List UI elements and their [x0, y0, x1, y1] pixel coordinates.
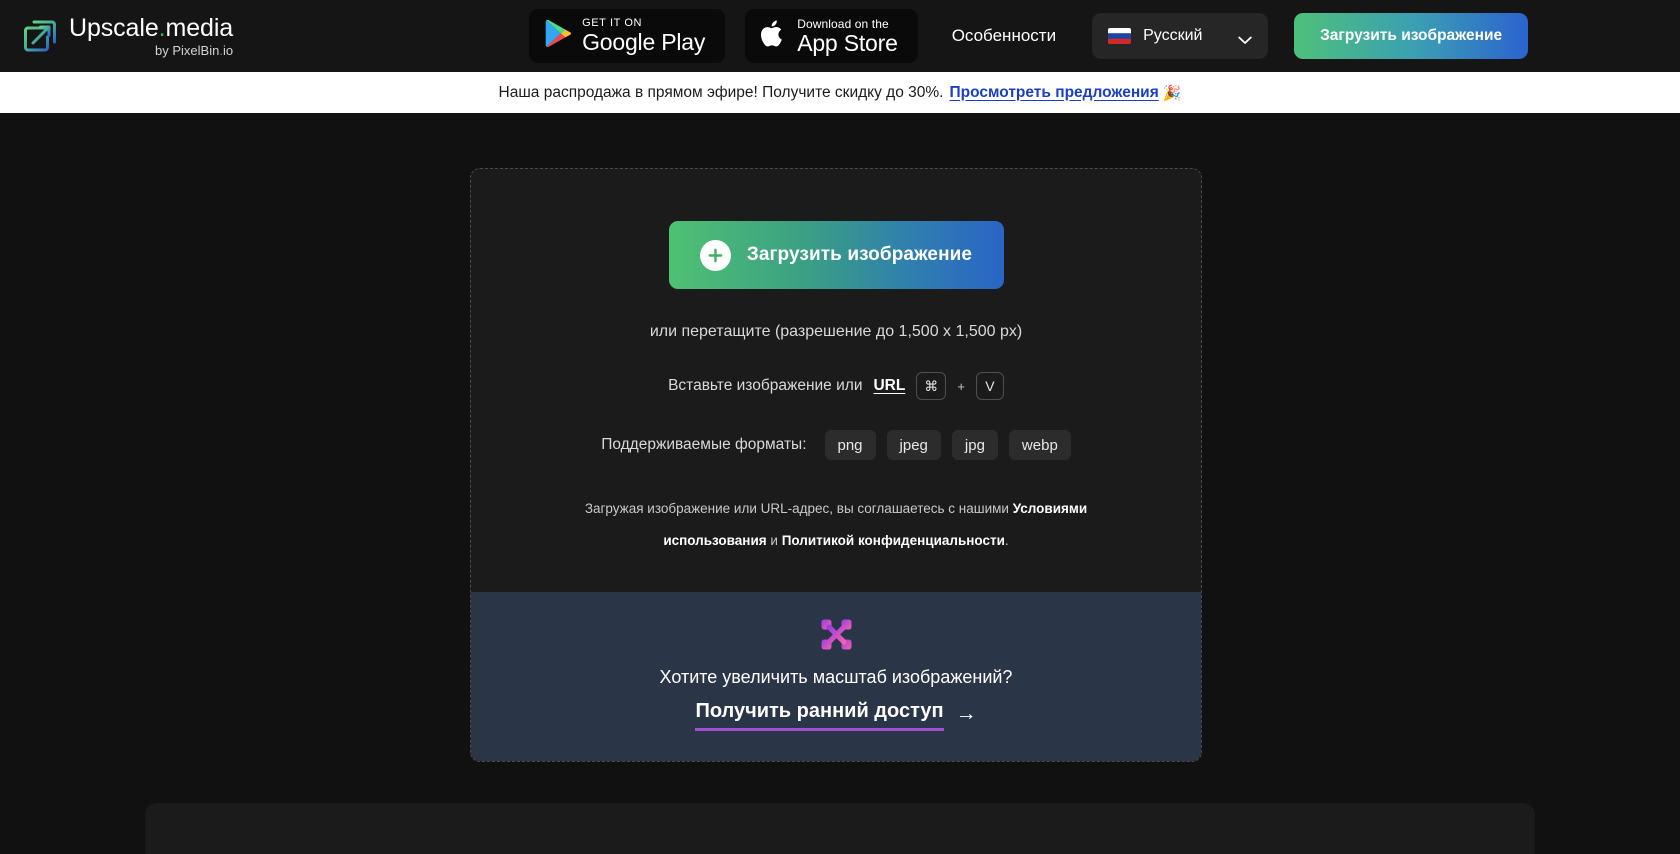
paste-url-link[interactable]: URL [873, 377, 905, 395]
early-access-label: Получить ранний доступ [695, 700, 944, 732]
paste-label: Вставьте изображение или [668, 377, 863, 394]
supported-formats-label: Поддерживаемые форматы: [601, 436, 807, 453]
brand-logo[interactable]: Upscale.media by PixelBin.io [22, 13, 234, 58]
brand-title: Upscale.media [69, 13, 234, 42]
brand-text: Upscale.media by PixelBin.io [69, 13, 234, 58]
upload-card: Загрузить изображение или перетащите (ра… [470, 168, 1202, 763]
header-upload-button[interactable]: Загрузить изображение [1294, 13, 1529, 59]
sale-announcement-banner: Наша распродажа в прямом эфире! Получите… [0, 72, 1680, 113]
app-store-small-label: Download on the [797, 16, 889, 31]
kbd-plus-separator: + [957, 378, 965, 394]
apple-icon [761, 19, 786, 54]
arrow-right-icon: → [955, 702, 977, 726]
ru-flag-icon [1108, 28, 1132, 44]
format-chip-webp: webp [1008, 430, 1071, 460]
google-play-big-label: Google Play [582, 29, 706, 55]
google-play-badge[interactable]: GET IT ON Google Play [529, 9, 726, 63]
plus-icon [699, 239, 731, 271]
kbd-v-key: V [975, 372, 1004, 400]
site-header: Upscale.media by PixelBin.io GET IT ON G… [0, 0, 1680, 72]
app-store-badge[interactable]: Download on the App Store [745, 9, 918, 63]
store-badges: GET IT ON Google Play Download on the Ap… [529, 9, 918, 63]
terms-text-mid: и [766, 532, 782, 548]
promo-title: Хотите увеличить масштаб изображений? [659, 667, 1013, 688]
nav-item-features[interactable]: Особенности [952, 26, 1056, 46]
early-access-link[interactable]: Получить ранний доступ → [695, 700, 977, 732]
upload-drop-zone[interactable]: Загрузить изображение или перетащите (ра… [471, 169, 1201, 592]
early-access-promo: Хотите увеличить масштаб изображений? По… [471, 592, 1201, 762]
banner-text: Наша распродажа в прямом эфире! Получите… [498, 83, 944, 101]
language-value: Русский [1143, 27, 1203, 44]
drag-drop-hint: или перетащите (разрешение до 1,500 x 1,… [649, 323, 1023, 340]
app-store-big-label: App Store [797, 29, 898, 56]
banner-offers-link[interactable]: Просмотреть предложения [949, 84, 1158, 102]
party-popper-icon: 🎉 [1162, 84, 1182, 102]
upload-image-button-label: Загрузить изображение [746, 244, 973, 265]
terms-notice: Загружая изображение или URL-адрес, вы с… [574, 493, 1099, 556]
format-chip-jpg: jpg [951, 430, 998, 460]
google-play-labels: GET IT ON Google Play [582, 18, 705, 54]
supported-formats-row: Поддерживаемые форматы: png jpeg jpg web… [601, 430, 1071, 460]
upscale-media-logo-icon [22, 18, 58, 54]
language-selector[interactable]: Русский [1092, 13, 1269, 59]
terms-text-start: Загружая изображение или URL-адрес, вы с… [584, 501, 1013, 516]
chevron-down-icon [1238, 32, 1252, 44]
main-content: Загрузить изображение или перетащите (ра… [0, 113, 1680, 854]
footer-panel [145, 803, 1535, 854]
google-play-small-label: GET IT ON [582, 17, 643, 29]
google-play-icon [545, 19, 572, 53]
brand-subtitle: by PixelBin.io [155, 42, 234, 58]
terms-text-end: . [1004, 532, 1009, 548]
privacy-policy-link[interactable]: Политикой конфиденциальности [782, 533, 1005, 548]
format-chip-jpeg: jpeg [886, 430, 941, 460]
upload-image-button[interactable]: Загрузить изображение [668, 221, 1004, 289]
app-store-labels: Download on the App Store [797, 18, 898, 55]
pixelbin-x-logo-icon [821, 619, 852, 650]
paste-row: Вставьте изображение или URL ⌘ + V [668, 372, 1004, 400]
kbd-command-key: ⌘ [916, 372, 947, 400]
format-chip-png: png [824, 430, 876, 460]
